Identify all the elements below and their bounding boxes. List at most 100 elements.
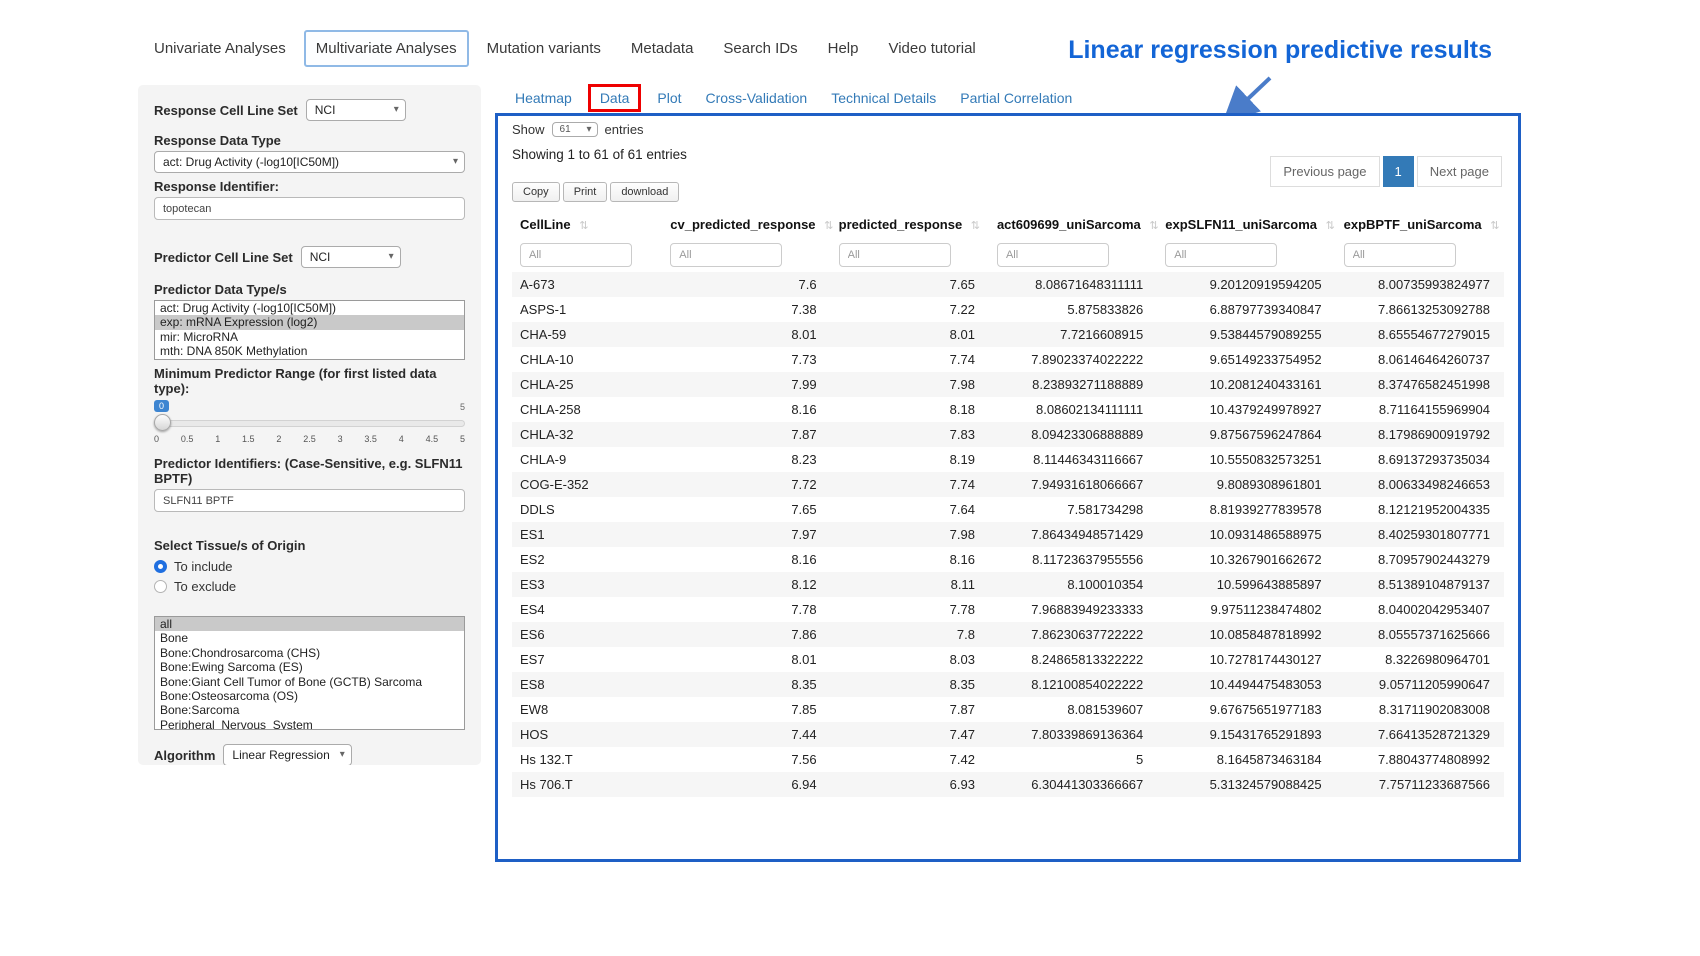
previous-page-button[interactable]: Previous page [1270, 156, 1379, 187]
value-cell: 8.51389104879137 [1336, 572, 1504, 597]
column-filter-input[interactable] [839, 243, 951, 267]
value-cell: 7.47 [831, 722, 989, 747]
cell-line-cell: ES8 [512, 672, 662, 697]
value-cell: 10.599643885897 [1157, 572, 1335, 597]
listbox-option[interactable]: exp: mRNA Expression (log2) [155, 315, 464, 329]
value-cell: 9.8089308961801 [1157, 472, 1335, 497]
table-row: CHLA-10 7.73 7.74 7.89023374022222 9.651… [512, 347, 1504, 372]
value-cell: 7.6 [662, 272, 830, 297]
column-header[interactable]: act609699_uniSarcoma ⇅ [989, 210, 1157, 238]
predictor-data-type-listbox[interactable]: act: Drug Activity (-log10[IC50M])exp: m… [154, 300, 465, 360]
value-cell: 9.15431765291893 [1157, 722, 1335, 747]
value-cell: 7.38 [662, 297, 830, 322]
value-cell: 8.05557371625666 [1336, 622, 1504, 647]
value-cell: 7.22 [831, 297, 989, 322]
value-cell: 5.31324579088425 [1157, 772, 1335, 797]
show-entries-row: Show 61 ▾ entries [512, 122, 1504, 137]
listbox-option[interactable]: act: Drug Activity (-log10[IC50M]) [155, 301, 464, 315]
nav-item[interactable]: Univariate Analyses [142, 30, 298, 67]
listbox-option[interactable]: mir: MicroRNA [155, 330, 464, 344]
listbox-option[interactable]: Bone:Osteosarcoma (OS) [155, 689, 464, 703]
listbox-option[interactable]: Bone:Sarcoma [155, 703, 464, 717]
cell-line-cell: ES2 [512, 547, 662, 572]
tissue-radio[interactable]: To include [154, 559, 465, 574]
value-cell: 7.66413528721329 [1336, 722, 1504, 747]
column-header[interactable]: CellLine ⇅ [512, 210, 662, 238]
cell-line-cell: ASPS-1 [512, 297, 662, 322]
value-cell: 8.01 [662, 647, 830, 672]
cell-line-cell: ES7 [512, 647, 662, 672]
response-cell-line-set-select[interactable]: NCI ▾ [306, 99, 406, 121]
value-cell: 8.71164155969904 [1336, 397, 1504, 422]
nav-item[interactable]: Metadata [619, 30, 706, 67]
listbox-option[interactable]: Bone:Ewing Sarcoma (ES) [155, 660, 464, 674]
value-cell: 8.11446343116667 [989, 447, 1157, 472]
response-data-type-select[interactable]: act: Drug Activity (-log10[IC50M]) ▾ [154, 151, 465, 173]
results-tab[interactable]: Heatmap [503, 84, 584, 112]
nav-item[interactable]: Mutation variants [475, 30, 613, 67]
value-cell: 6.88797739340847 [1157, 297, 1335, 322]
value-cell: 7.64 [831, 497, 989, 522]
column-filter-input[interactable] [1165, 243, 1277, 267]
cell-line-cell: CHLA-9 [512, 447, 662, 472]
column-header[interactable]: predicted_response ⇅ [831, 210, 989, 238]
response-data-type-label: Response Data Type [154, 133, 465, 148]
column-header-label: cv_predicted_response [670, 217, 815, 232]
listbox-option[interactable]: Bone:Chondrosarcoma (CHS) [155, 646, 464, 660]
page-number-button[interactable]: 1 [1383, 156, 1414, 187]
nav-item[interactable]: Video tutorial [876, 30, 987, 67]
results-tab[interactable]: Technical Details [819, 84, 948, 112]
column-filter-input[interactable] [520, 243, 632, 267]
radio-icon [154, 560, 167, 573]
tissue-listbox[interactable]: allBoneBone:Chondrosarcoma (CHS)Bone:Ewi… [154, 616, 465, 730]
listbox-option[interactable]: mth: DNA 850K Methylation [155, 344, 464, 358]
entries-count-select[interactable]: 61 ▾ [552, 122, 598, 137]
export-button[interactable]: Print [563, 182, 608, 202]
next-page-button[interactable]: Next page [1417, 156, 1502, 187]
response-identifier-input[interactable] [154, 197, 465, 220]
results-tab[interactable]: Plot [645, 84, 693, 112]
value-cell: 7.56 [662, 747, 830, 772]
column-filter-input[interactable] [1344, 243, 1456, 267]
value-cell: 6.30441303366667 [989, 772, 1157, 797]
tissue-radio[interactable]: To exclude [154, 579, 465, 594]
tissue-origin-label: Select Tissue/s of Origin [154, 538, 465, 553]
column-header[interactable]: cv_predicted_response ⇅ [662, 210, 830, 238]
listbox-option[interactable]: Bone [155, 631, 464, 645]
value-cell: 7.86 [662, 622, 830, 647]
listbox-option[interactable]: Bone:Giant Cell Tumor of Bone (GCTB) Sar… [155, 675, 464, 689]
export-button[interactable]: Copy [512, 182, 560, 202]
table-filter-row [512, 238, 1504, 272]
value-cell: 8.09423306888889 [989, 422, 1157, 447]
results-tab[interactable]: Cross-Validation [694, 84, 820, 112]
column-header[interactable]: expBPTF_uniSarcoma ⇅ [1336, 210, 1504, 238]
value-cell: 8.081539607 [989, 697, 1157, 722]
slider-track[interactable] [154, 420, 465, 427]
predictor-cell-line-set-select[interactable]: NCI ▾ [301, 246, 401, 268]
listbox-option[interactable]: all [155, 617, 464, 631]
value-cell: 9.20120919594205 [1157, 272, 1335, 297]
slider-tick-label: 1.5 [242, 434, 255, 444]
slider-tick-label: 0 [154, 434, 159, 444]
column-filter-input[interactable] [670, 243, 782, 267]
value-cell: 8.00735993824977 [1336, 272, 1504, 297]
nav-item[interactable]: Multivariate Analyses [304, 30, 469, 67]
cell-line-cell: EW8 [512, 697, 662, 722]
results-tab[interactable]: Data [588, 84, 642, 112]
slider-tick-label: 2.5 [303, 434, 316, 444]
algorithm-select[interactable]: Linear Regression ▾ [223, 744, 351, 765]
slider-handle[interactable] [154, 414, 171, 431]
export-button[interactable]: download [610, 182, 679, 202]
nav-item[interactable]: Help [816, 30, 871, 67]
table-row: ES4 7.78 7.78 7.96883949233333 9.9751123… [512, 597, 1504, 622]
column-filter-input[interactable] [997, 243, 1109, 267]
top-nav: Univariate AnalysesMultivariate Analyses… [142, 30, 988, 67]
results-tab[interactable]: Partial Correlation [948, 84, 1084, 112]
column-header[interactable]: expSLFN11_uniSarcoma ⇅ [1157, 210, 1335, 238]
value-cell: 7.8 [831, 622, 989, 647]
value-cell: 8.08602134111111 [989, 397, 1157, 422]
value-cell: 7.73 [662, 347, 830, 372]
nav-item[interactable]: Search IDs [711, 30, 809, 67]
listbox-option[interactable]: Peripheral_Nervous_System [155, 718, 464, 730]
predictor-identifiers-input[interactable] [154, 489, 465, 512]
